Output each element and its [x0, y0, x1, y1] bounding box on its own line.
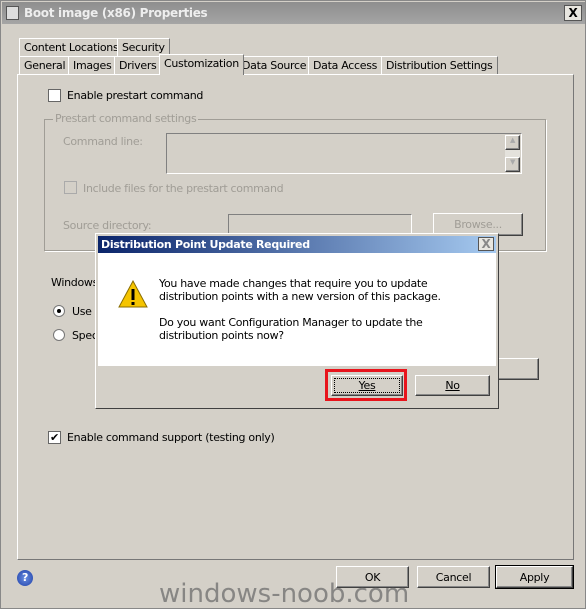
scroll-down-icon[interactable]: ▼: [505, 157, 520, 172]
tab-general[interactable]: General: [19, 56, 71, 74]
enable-prestart-checkbox[interactable]: [48, 89, 61, 102]
radio-specify[interactable]: [53, 329, 65, 341]
group-title: Prestart command settings: [53, 112, 199, 125]
tab-distribution-settings[interactable]: Distribution Settings: [381, 56, 498, 74]
radio-use[interactable]: [53, 305, 65, 317]
include-files-checkbox[interactable]: [64, 181, 77, 194]
tab-data-source[interactable]: Data Source: [237, 56, 312, 74]
no-button[interactable]: No: [415, 375, 490, 396]
enable-command-support-checkbox[interactable]: ✔: [48, 431, 61, 444]
cancel-button[interactable]: Cancel: [417, 566, 490, 588]
tab-content-locations[interactable]: Content Locations: [19, 38, 124, 56]
no-label: No: [445, 379, 460, 392]
tab-images[interactable]: Images: [68, 56, 117, 74]
scroll-up-icon[interactable]: ▲: [505, 135, 520, 150]
window-title: Boot image (x86) Properties: [24, 6, 208, 20]
enable-command-support-label: Enable command support (testing only): [67, 431, 275, 444]
dialog-message-2: Do you want Configuration Manager to upd…: [159, 316, 423, 342]
dialog-body: You have made changes that require you t…: [98, 253, 496, 366]
dialog-title-bar: Distribution Point Update Required X: [98, 236, 496, 253]
tab-drivers[interactable]: Drivers: [114, 56, 162, 74]
source-directory-label: Source directory:: [63, 219, 152, 232]
enable-prestart-label: Enable prestart command: [67, 89, 204, 102]
dialog-title: Distribution Point Update Required: [101, 238, 310, 251]
tab-data-access[interactable]: Data Access: [308, 56, 383, 74]
window-icon: [6, 6, 19, 20]
help-icon[interactable]: ?: [17, 570, 33, 586]
dialog-message-1: You have made changes that require you t…: [159, 277, 441, 303]
watermark: windows-noob.com: [159, 579, 410, 609]
close-button[interactable]: X: [564, 5, 582, 21]
yes-label: Yes: [358, 379, 376, 392]
scrollbar[interactable]: ▲ ▼: [505, 135, 520, 172]
tab-customization[interactable]: Customization: [159, 54, 244, 75]
dialog-close-button[interactable]: X: [478, 237, 494, 251]
distribution-point-dialog: Distribution Point Update Required X You…: [95, 233, 499, 409]
yes-button[interactable]: Yes: [331, 375, 403, 396]
title-bar: Boot image (x86) Properties X: [2, 2, 585, 24]
include-files-label: Include files for the prestart command: [83, 182, 284, 195]
command-line-input[interactable]: ▲ ▼: [166, 133, 522, 174]
command-line-label: Command line:: [63, 135, 143, 148]
radio-specify-label: Spec: [72, 329, 98, 342]
warning-icon: [118, 280, 148, 308]
apply-button[interactable]: Apply: [495, 565, 574, 589]
windows-label: Windows: [51, 276, 99, 289]
